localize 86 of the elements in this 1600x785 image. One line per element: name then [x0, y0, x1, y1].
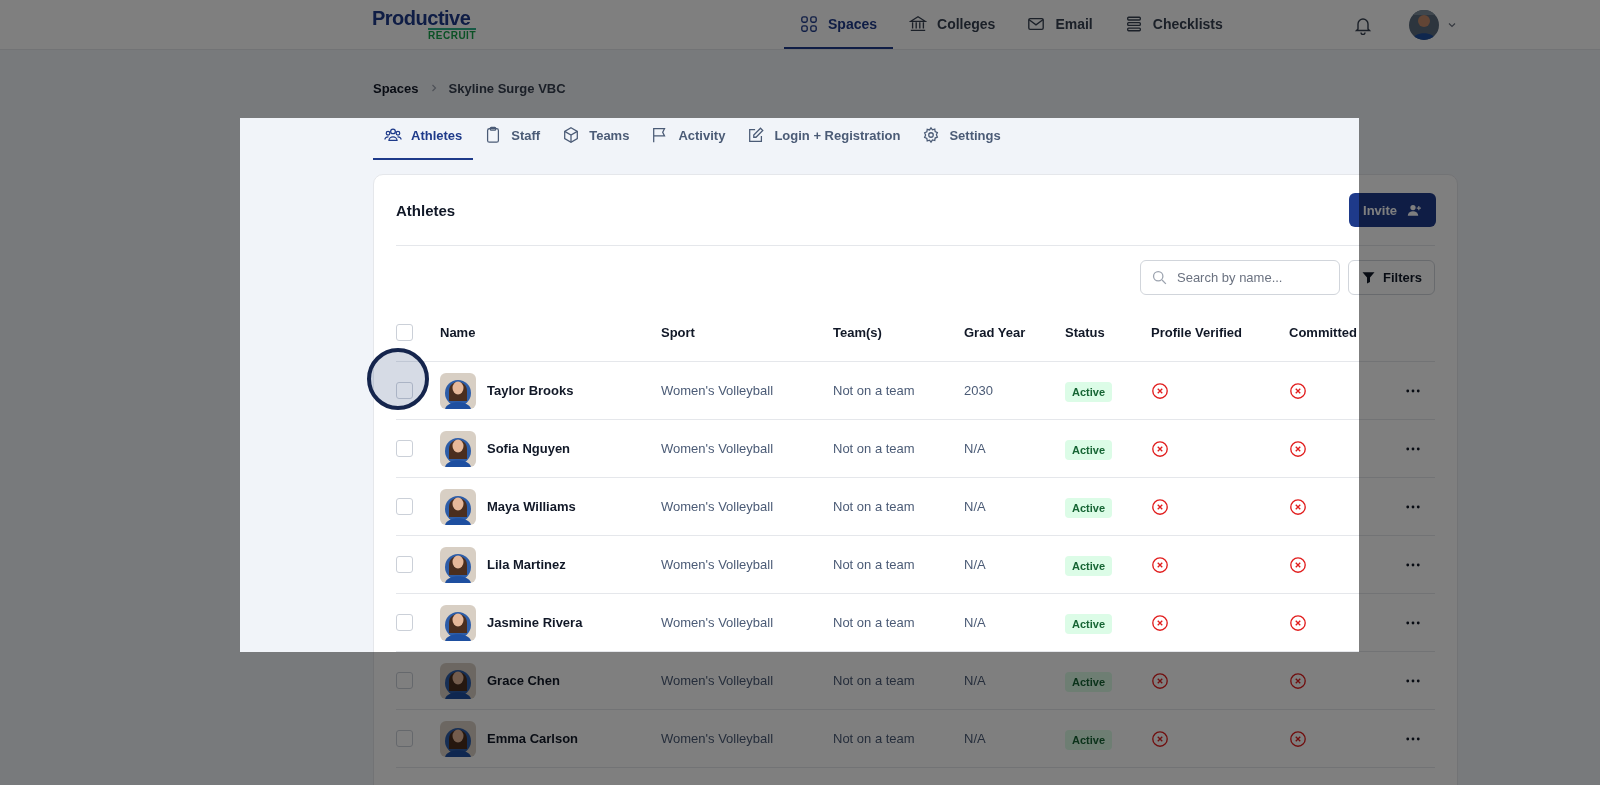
search-icon	[1151, 269, 1168, 286]
filter-icon	[1361, 270, 1376, 285]
row-checkbox[interactable]	[396, 382, 413, 399]
status-badge: Active	[1065, 439, 1113, 460]
table-cell-text: 2030	[964, 383, 994, 398]
settings-icon	[922, 126, 941, 144]
table-cell-text: N/A	[964, 615, 987, 630]
row-checkbox[interactable]	[396, 556, 413, 573]
table-cell-text: Women's Volleyball	[661, 499, 775, 514]
status-badge: Active	[1065, 671, 1113, 692]
athlete-name[interactable]: Taylor Brooks	[487, 383, 574, 398]
row-checkbox[interactable]	[396, 440, 413, 457]
row-checkbox[interactable]	[396, 730, 413, 747]
column-header: Profile Verified	[1151, 324, 1244, 340]
more-icon[interactable]	[1406, 446, 1420, 451]
table-cell-text: Not on a team	[833, 615, 916, 630]
bank-icon	[909, 14, 928, 33]
table-cell-text: Women's Volleyball	[661, 383, 775, 398]
column-header: Name	[440, 324, 477, 340]
column-header: Committed	[1289, 324, 1358, 340]
more-icon[interactable]	[1406, 504, 1420, 509]
table-cell-text: Women's Volleyball	[661, 557, 775, 572]
table-cell-text: Not on a team	[833, 499, 916, 514]
more-icon[interactable]	[1406, 388, 1420, 393]
status-badge: Active	[1065, 613, 1113, 634]
nav-link[interactable]: Checklists	[1108, 0, 1239, 49]
table-cell-text: N/A	[964, 499, 987, 514]
row-checkbox[interactable]	[396, 672, 413, 689]
invite-button[interactable]: Invite	[1349, 193, 1436, 227]
nav-link[interactable]: Colleges	[893, 0, 1012, 49]
tab[interactable]: Teams	[551, 120, 641, 160]
breadcrumb-current: Skyline Surge VBC	[448, 80, 566, 96]
table-cell-text: N/A	[964, 441, 987, 456]
cube-icon	[562, 126, 581, 144]
column-header: Grad Year	[964, 324, 1027, 340]
card-title: Athletes	[396, 201, 456, 219]
more-icon[interactable]	[1406, 736, 1420, 741]
table-cell-text: Women's Volleyball	[661, 673, 775, 688]
row-checkbox[interactable]	[396, 614, 413, 631]
more-icon[interactable]	[1406, 678, 1420, 683]
table-cell-text: Women's Volleyball	[661, 441, 775, 456]
column-header: Team(s)	[833, 324, 883, 340]
table-cell-text: N/A	[964, 673, 987, 688]
tab[interactable]: Staff	[473, 120, 552, 160]
athlete-name[interactable]: Emma Carlson	[487, 731, 579, 746]
logo-tagline: RECRUIT	[428, 27, 476, 42]
grid-icon	[800, 14, 818, 33]
breadcrumb-link[interactable]: Spaces	[373, 80, 419, 96]
list-icon	[1124, 14, 1143, 33]
tab[interactable]: Settings	[911, 120, 1012, 160]
tab[interactable]: Athletes	[373, 120, 474, 160]
add-person-icon	[1407, 202, 1422, 218]
status-badge: Active	[1065, 555, 1113, 576]
select-all-checkbox[interactable]	[396, 323, 413, 341]
logo-wordmark: Productive	[372, 7, 472, 28]
athlete-name[interactable]: Jasmine Rivera	[487, 615, 583, 630]
status-badge: Active	[1065, 729, 1113, 750]
table-cell-text: Not on a team	[833, 557, 916, 572]
table-cell-text: N/A	[964, 557, 987, 572]
more-icon[interactable]	[1406, 620, 1420, 625]
status-badge: Active	[1065, 497, 1113, 518]
tab[interactable]: Activity	[640, 120, 737, 160]
people-icon	[384, 126, 402, 144]
athlete-name[interactable]: Grace Chen	[487, 673, 560, 688]
table-cell-text: Not on a team	[833, 383, 916, 398]
search-field[interactable]: Search by name...	[1140, 260, 1340, 295]
table-cell-text: Women's Volleyball	[661, 615, 775, 630]
athlete-name[interactable]: Sofia Nguyen	[487, 441, 571, 456]
logo[interactable]: Productive RECRUIT	[372, 0, 476, 49]
more-icon[interactable]	[1406, 562, 1420, 567]
athlete-name[interactable]: Lila Martinez	[487, 557, 566, 572]
column-header: Sport	[661, 324, 696, 340]
pencil-icon	[747, 126, 766, 144]
table-cell-text: Women's Volleyball	[661, 731, 775, 746]
filters-button[interactable]: Filters	[1348, 260, 1435, 295]
tab[interactable]: Login + Registration	[736, 120, 912, 160]
table-cell-text: Not on a team	[833, 673, 916, 688]
table-cell-text: Not on a team	[833, 731, 916, 746]
table-cell-text: Not on a team	[833, 441, 916, 456]
status-badge: Active	[1065, 381, 1113, 402]
nav-link[interactable]: Email	[1011, 0, 1109, 49]
nav-link[interactable]: Spaces	[784, 0, 894, 49]
athlete-name[interactable]: Maya Williams	[487, 499, 576, 514]
table-cell-text: N/A	[964, 731, 987, 746]
column-header: Status	[1065, 324, 1106, 340]
row-checkbox[interactable]	[396, 498, 413, 515]
